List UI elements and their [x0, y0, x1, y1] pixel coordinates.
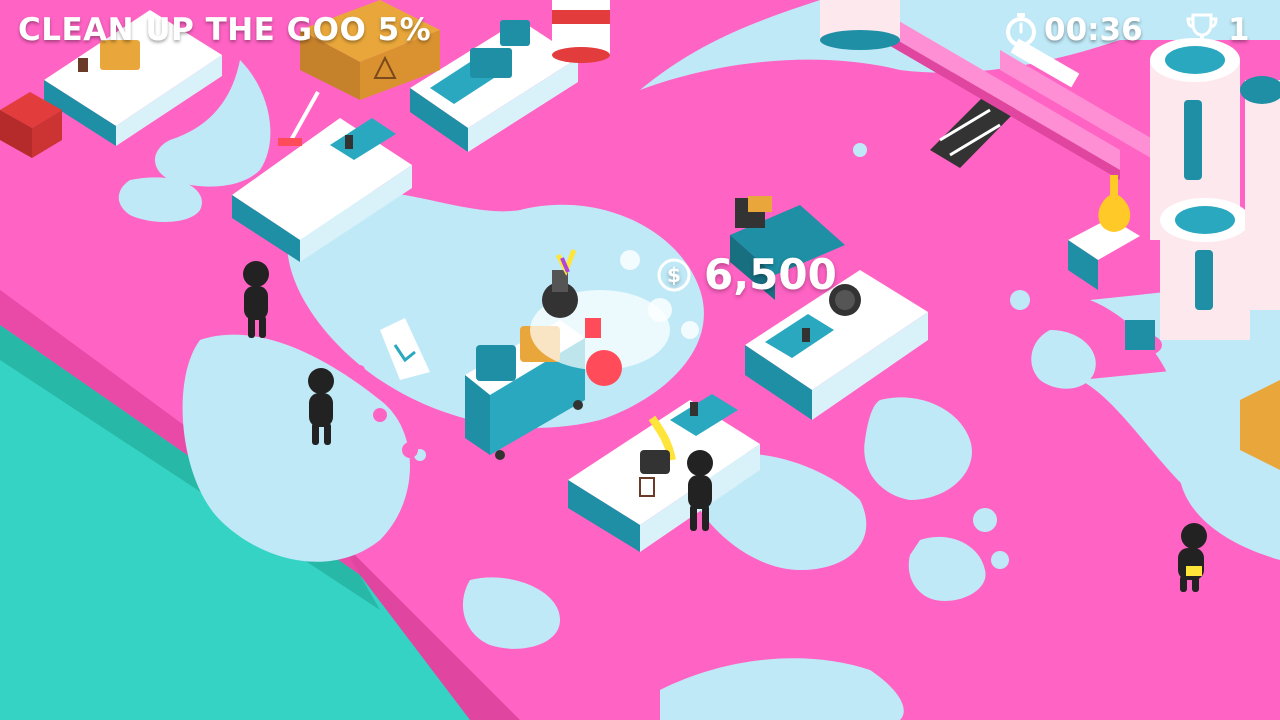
trophy-icon — [1186, 13, 1218, 45]
timer-display: 00:36 — [1004, 12, 1143, 48]
objective-label: CLEAN UP THE GOO 5% — [18, 12, 432, 48]
money-amount: 6,500 — [704, 250, 837, 299]
dollar-coin-icon: $ — [657, 258, 691, 291]
timer-value: 00:36 — [1044, 12, 1143, 48]
stopwatch-icon — [1006, 13, 1036, 47]
money-popup: $ 6,500 — [656, 250, 837, 299]
trophy-counter: 1 — [1186, 12, 1250, 48]
trophy-count: 1 — [1228, 12, 1250, 48]
game-scene — [0, 0, 1280, 720]
barrel — [552, 0, 610, 63]
svg-text:$: $ — [667, 263, 681, 287]
storage-tank — [1240, 76, 1280, 310]
tank-top — [820, 0, 900, 50]
